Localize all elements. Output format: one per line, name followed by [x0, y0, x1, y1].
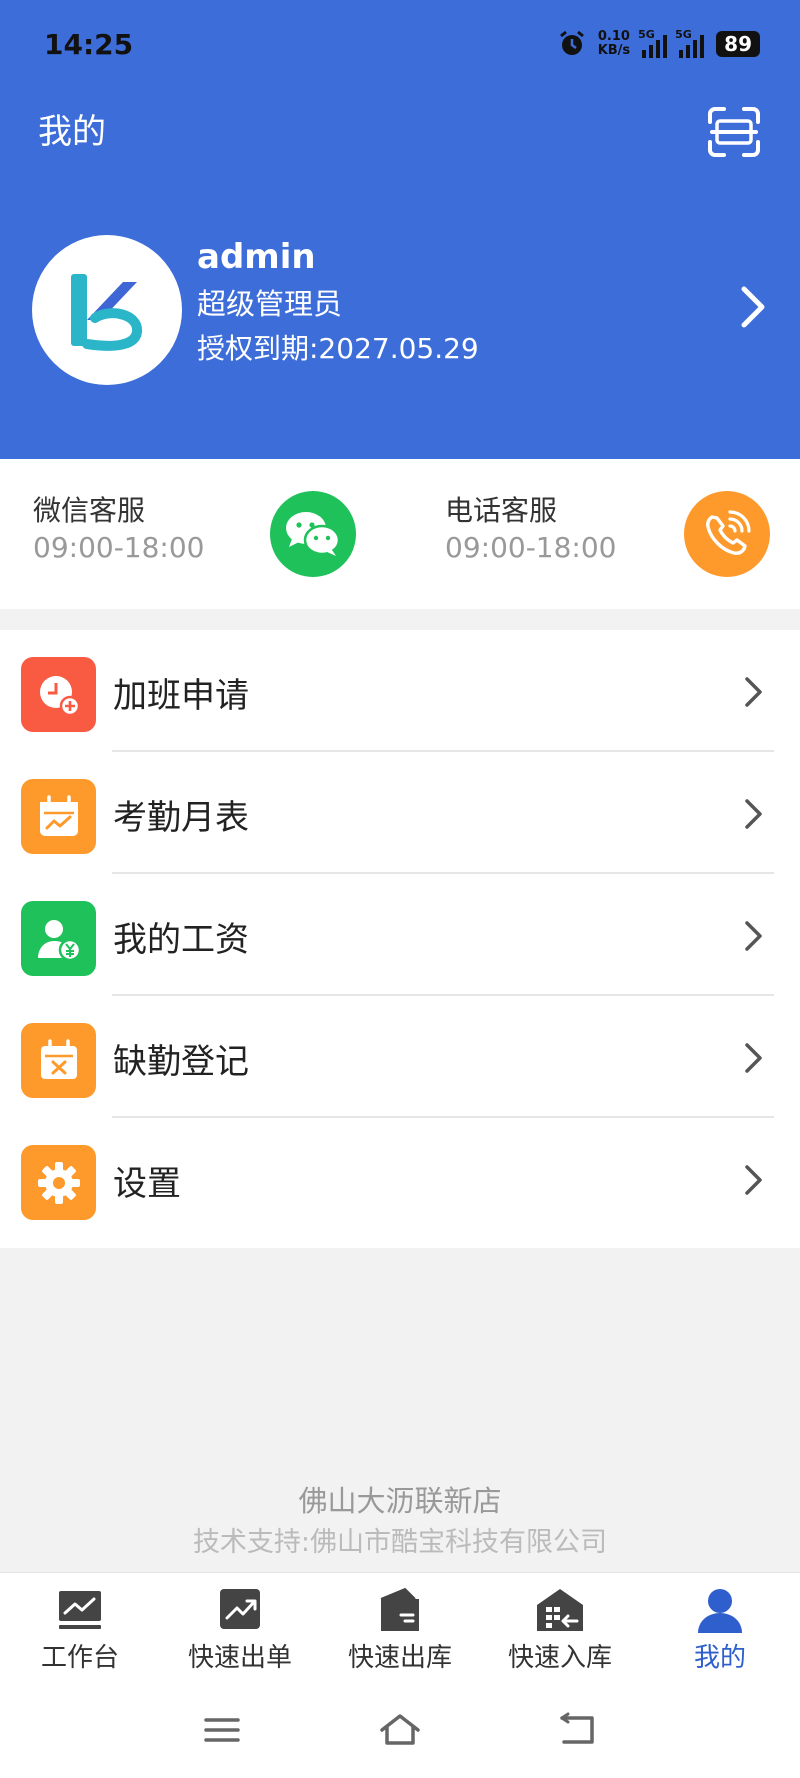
- battery-icon: 89: [716, 31, 760, 57]
- tab-quick-inbound[interactable]: 快速入库: [480, 1573, 640, 1683]
- status-icons: 0.10 KB/s 5G 5G 89: [558, 28, 760, 58]
- menu-item-label: 我的工资: [113, 920, 249, 960]
- menu-item-attendance-monthly[interactable]: 考勤月表: [0, 752, 800, 874]
- wechat-service-hours: 09:00-18:00: [33, 531, 205, 564]
- username: admin: [197, 237, 316, 277]
- tab-workbench[interactable]: 工作台: [0, 1573, 160, 1683]
- chevron-right-icon: [741, 286, 765, 328]
- signal-1-label: 5G: [638, 28, 655, 41]
- back-icon[interactable]: [556, 1710, 600, 1750]
- signal-2-icon: 5G: [675, 28, 705, 58]
- profile-header: 14:25 0.10 KB/s 5G 5G 89 我的 admin 超级管理员 …: [0, 0, 800, 459]
- chevron-right-icon: [745, 677, 762, 707]
- warehouse-in-icon: [537, 1589, 583, 1631]
- menu-item-overtime[interactable]: 加班申请: [0, 630, 800, 752]
- store-name: 佛山大沥联新店: [298, 1484, 502, 1518]
- net-speed: 0.10 KB/s: [598, 30, 630, 58]
- tab-quick-outbound[interactable]: 快速出库: [320, 1573, 480, 1683]
- calendar-chart-icon: [21, 779, 96, 854]
- menu-list: 加班申请 考勤月表 我的工资 缺勤登记 设置: [0, 630, 800, 1248]
- avatar: [32, 235, 182, 385]
- profile-card[interactable]: admin 超级管理员 授权到期:2027.05.29: [32, 235, 772, 387]
- user-icon: [698, 1589, 742, 1633]
- tech-support: 技术支持:佛山市酷宝科技有限公司: [192, 1527, 608, 1558]
- alarm-icon: [559, 30, 584, 55]
- brand-logo-icon: [71, 274, 142, 351]
- menu-icon[interactable]: [200, 1710, 244, 1750]
- menu-item-absence-register[interactable]: 缺勤登记: [0, 996, 800, 1118]
- user-salary-icon: [21, 901, 96, 976]
- tab-mine[interactable]: 我的: [640, 1573, 800, 1683]
- calendar-x-icon: [21, 1023, 96, 1098]
- menu-item-settings[interactable]: 设置: [0, 1118, 800, 1240]
- signal-2-label: 5G: [675, 28, 692, 41]
- net-speed-value: 0.10: [597, 29, 630, 44]
- status-time: 14:25: [44, 27, 134, 61]
- gear-icon: [21, 1145, 96, 1220]
- phone-icon[interactable]: [684, 491, 770, 577]
- clock-plus-icon: [21, 657, 96, 732]
- menu-item-my-salary[interactable]: 我的工资: [0, 874, 800, 996]
- home-icon[interactable]: [378, 1710, 422, 1750]
- wechat-service[interactable]: 微信客服 09:00-18:00: [0, 459, 400, 609]
- tab-label: 快速出单: [187, 1643, 292, 1673]
- chevron-right-icon: [745, 1165, 762, 1195]
- wechat-icon[interactable]: [270, 491, 356, 577]
- tab-label: 我的: [693, 1643, 746, 1673]
- dashboard-icon: [59, 1591, 101, 1629]
- phone-service[interactable]: 电话客服 09:00-18:00: [412, 459, 800, 609]
- user-role: 超级管理员: [197, 287, 343, 321]
- chevron-right-icon: [745, 1043, 762, 1073]
- status-bar: 14:25 0.10 KB/s 5G 5G 89: [44, 24, 760, 64]
- customer-service-panel: 微信客服 09:00-18:00 电话客服 09:00-18:00: [0, 459, 800, 609]
- tab-quick-order[interactable]: 快速出单: [160, 1573, 320, 1683]
- menu-item-label: 设置: [113, 1164, 181, 1204]
- net-speed-unit: KB/s: [597, 43, 631, 58]
- trend-up-icon: [220, 1589, 260, 1629]
- signal-1-icon: 5G: [638, 28, 668, 58]
- menu-item-label: 考勤月表: [113, 798, 249, 838]
- page-title: 我的: [38, 112, 106, 152]
- chevron-right-icon: [745, 799, 762, 829]
- scan-icon[interactable]: [706, 106, 762, 158]
- tab-label: 快速出库: [347, 1643, 452, 1673]
- box-out-icon: [380, 1587, 419, 1631]
- tab-label: 快速入库: [507, 1643, 612, 1673]
- phone-service-hours: 09:00-18:00: [445, 531, 617, 564]
- chevron-right-icon: [745, 921, 762, 951]
- menu-item-label: 加班申请: [113, 676, 249, 716]
- menu-item-label: 缺勤登记: [113, 1042, 249, 1082]
- license-expiry: 授权到期:2027.05.29: [197, 332, 479, 365]
- system-nav-bar: [0, 1682, 800, 1778]
- phone-service-name: 电话客服: [445, 494, 558, 527]
- wechat-service-name: 微信客服: [33, 494, 146, 527]
- bottom-tab-bar: 工作台 快速出单 快速出库 快速入库 我的: [0, 1572, 800, 1683]
- tab-label: 工作台: [40, 1643, 119, 1673]
